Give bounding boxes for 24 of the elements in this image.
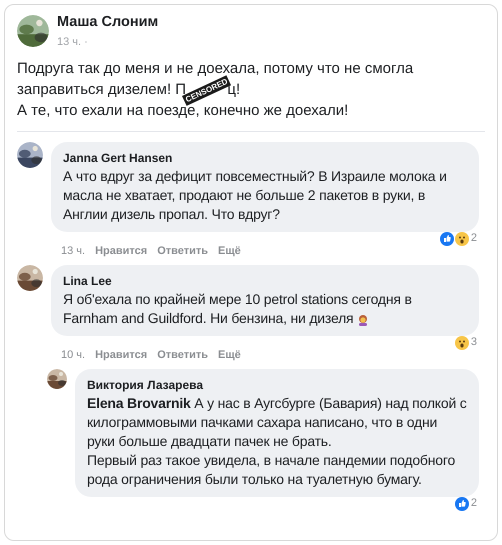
comment-action-link[interactable]: Нравится bbox=[95, 242, 148, 260]
commenter-name[interactable]: Виктория Лазарева bbox=[87, 376, 467, 394]
commenter-name[interactable]: Lina Lee bbox=[63, 272, 467, 290]
post-time: 13 ч. · bbox=[57, 34, 89, 50]
comment-action-link[interactable]: Нравится bbox=[95, 346, 148, 364]
comment-text: Я об'ехала по крайней мере 10 petrol stations сегодня в Farnham and Guildford. Ни бензина, ни дизеля bbox=[63, 290, 413, 328]
comment-text: А что вдруг за дефицит повсеместный? В Израиле молока и масла не хватает, продают не больше 2 пакетов в руки, в Англии дизель пропал. Что вдруг? bbox=[63, 167, 448, 224]
comment-text: Elena Brovarnik А у нас в Аугсбурге (Бавария) над полкой с килограммовыми пачками сахара написано, что в одни руки больше двадцати пачек не брать. bbox=[87, 394, 467, 452]
surprised-face-icon bbox=[454, 336, 469, 350]
comment-time: 10 ч. bbox=[61, 348, 86, 363]
comment-action-link[interactable]: Ещё bbox=[218, 242, 241, 260]
like-reaction-icon bbox=[454, 496, 469, 510]
comment-time: 13 ч. bbox=[61, 244, 86, 259]
reaction-count: 2 bbox=[470, 231, 477, 246]
comment-action-link[interactable]: Ещё bbox=[218, 346, 241, 364]
comment-action-link[interactable]: Ответить bbox=[157, 242, 208, 260]
reaction-count: 2 bbox=[470, 496, 477, 512]
author-name[interactable]: Маша Слоним bbox=[57, 12, 158, 34]
comment-action-link[interactable]: Ответить bbox=[157, 346, 208, 364]
commenter-name[interactable]: Janna Gert Hansen bbox=[63, 149, 467, 168]
like-reaction-icon bbox=[440, 232, 454, 246]
surprised-face-icon bbox=[454, 232, 469, 246]
comment-text: Первый раз такое увидела, в начале пандемии подобного рода ограничения были только на туалетную бумагу. bbox=[87, 451, 456, 490]
reaction-count: 3 bbox=[470, 335, 477, 350]
